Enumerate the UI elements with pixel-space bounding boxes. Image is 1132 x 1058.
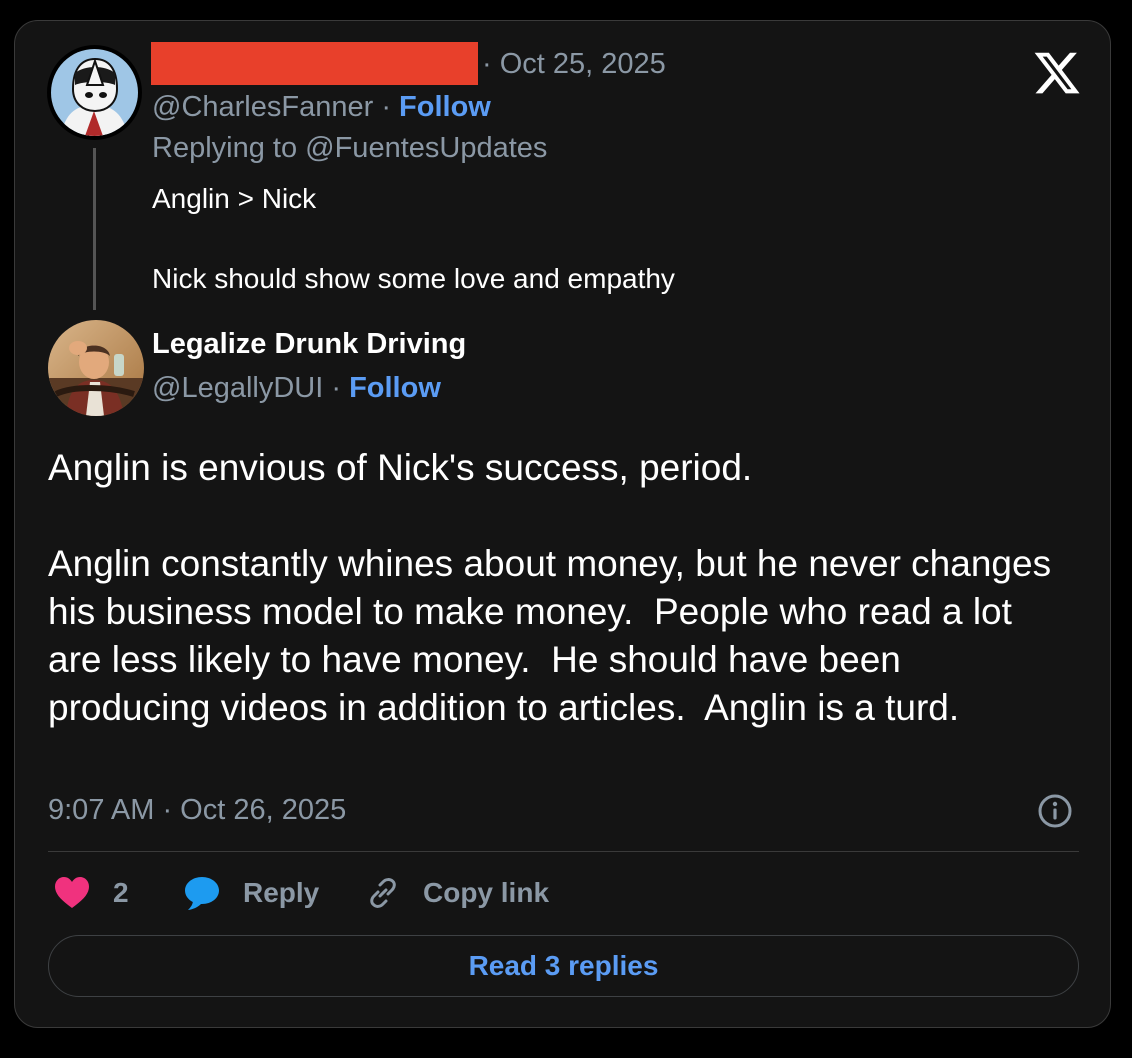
main-avatar-image xyxy=(48,320,144,416)
replying-to-line: Replying to @FuentesUpdates xyxy=(152,132,547,165)
speech-bubble-icon xyxy=(185,877,219,910)
reply-label: Reply xyxy=(243,877,320,908)
main-display-name[interactable]: Legalize Drunk Driving xyxy=(152,328,466,361)
embedded-tweet-card: · Oct 25, 2025 @CharlesFanner · Follow R… xyxy=(14,20,1111,1028)
parent-follow-link[interactable]: Follow xyxy=(399,91,491,123)
parent-handle-row: @CharlesFanner · Follow xyxy=(152,91,491,124)
main-avatar[interactable] xyxy=(48,320,144,416)
separator-dot: · xyxy=(323,372,350,404)
like-count: 2 xyxy=(113,877,129,908)
tweet-timestamp[interactable]: 9:07 AM · Oct 26, 2025 xyxy=(48,794,346,827)
main-tweet-text: Anglin is envious of Nick's success, per… xyxy=(48,447,1052,728)
thread-connector-line xyxy=(93,148,96,310)
parent-tweet-date[interactable]: · Oct 25, 2025 xyxy=(482,48,666,81)
main-handle-row: @LegallyDUI · Follow xyxy=(152,372,441,405)
parent-avatar[interactable] xyxy=(47,45,142,140)
copy-link-label: Copy link xyxy=(423,877,550,908)
info-icon[interactable] xyxy=(1037,793,1073,829)
replying-prefix: Replying to xyxy=(152,132,306,164)
link-icon xyxy=(370,878,396,908)
divider xyxy=(48,851,1079,852)
parent-avatar-image xyxy=(51,49,138,136)
parent-tweet-text: Anglin > Nick Nick should show some love… xyxy=(152,183,675,294)
x-logo-icon[interactable] xyxy=(1032,48,1082,98)
separator-dot: · xyxy=(373,91,400,123)
main-handle[interactable]: @LegallyDUI xyxy=(152,372,323,404)
reply-button[interactable]: Reply xyxy=(183,871,319,915)
like-button[interactable]: 2 xyxy=(53,871,129,915)
read-replies-button[interactable]: Read 3 replies xyxy=(48,935,1079,997)
main-follow-link[interactable]: Follow xyxy=(349,372,441,404)
heart-icon xyxy=(55,877,89,908)
replying-to-handle[interactable]: @FuentesUpdates xyxy=(305,132,547,164)
copy-link-button[interactable]: Copy link xyxy=(365,871,549,915)
redacted-display-name xyxy=(151,42,478,85)
parent-handle[interactable]: @CharlesFanner xyxy=(152,91,373,123)
